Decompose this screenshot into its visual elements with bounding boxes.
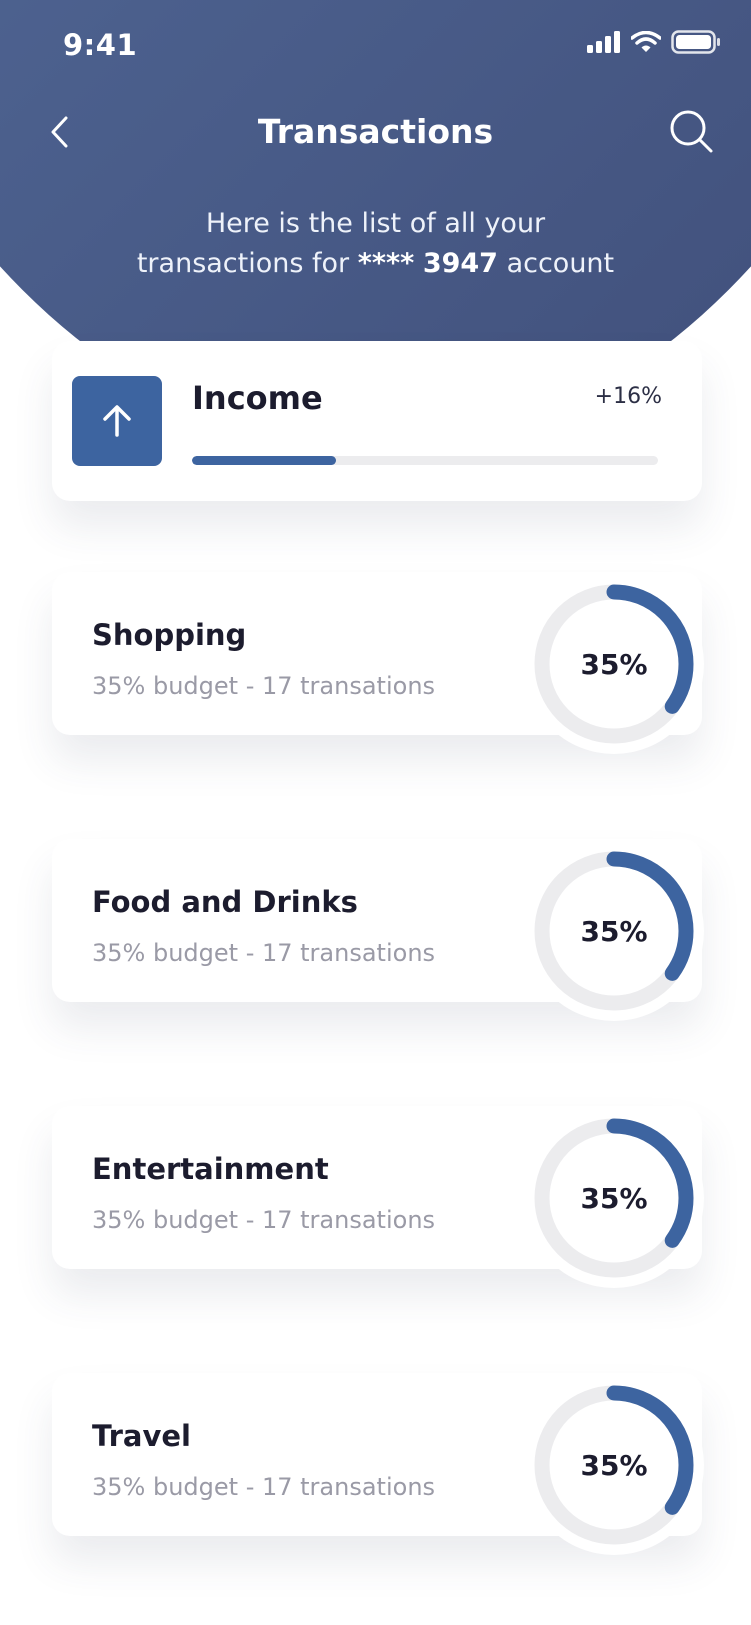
category-percent: 35%	[580, 914, 648, 948]
category-percent: 35%	[580, 1181, 648, 1215]
category-name: Food and Drinks	[92, 885, 358, 919]
account-mask: ****	[357, 248, 415, 279]
subtitle-line-2: transactions for **** 3947 account	[0, 244, 751, 284]
account-number: 3947	[422, 248, 498, 279]
category-subtitle: 35% budget - 17 transations	[92, 672, 436, 700]
income-progress-fill	[192, 456, 337, 465]
search-button[interactable]	[668, 108, 716, 156]
category-card[interactable]: Travel 35% budget - 17 transations 35%	[52, 1373, 704, 1555]
category-name: Entertainment	[92, 1152, 329, 1186]
category-percent: 35%	[580, 647, 648, 681]
income-progress-track	[192, 456, 658, 465]
search-icon	[670, 110, 713, 153]
category-card[interactable]: Entertainment 35% budget - 17 transation…	[52, 1106, 704, 1288]
arrow-up-icon	[103, 405, 131, 437]
signal-icon	[587, 31, 620, 53]
category-name: Shopping	[92, 618, 247, 652]
status-bar: 9:41	[0, 0, 751, 90]
category-subtitle: 35% budget - 17 transations	[92, 939, 436, 967]
subtitle-line-1: Here is the list of all your	[205, 208, 546, 239]
income-card[interactable]: Income +16%	[52, 341, 702, 501]
income-icon-tile	[72, 376, 162, 466]
page-title: Transactions	[257, 112, 494, 151]
subtitle-suffix: account	[506, 248, 615, 279]
category-progress-ring: 35%	[524, 574, 704, 754]
category-name: Travel	[92, 1419, 191, 1453]
wifi-icon	[631, 31, 661, 52]
income-change: +16%	[594, 384, 662, 409]
category-progress-ring: 35%	[524, 1375, 704, 1555]
header-subtitle: Here is the list of all your transaction…	[0, 204, 751, 284]
status-icons	[587, 30, 721, 54]
category-subtitle: 35% budget - 17 transations	[92, 1206, 436, 1234]
battery-icon	[671, 30, 720, 54]
income-label: Income	[192, 379, 323, 417]
category-progress-ring: 35%	[524, 841, 704, 1021]
category-subtitle: 35% budget - 17 transations	[92, 1473, 436, 1501]
category-progress-ring: 35%	[524, 1108, 704, 1288]
category-card[interactable]: Shopping 35% budget - 17 transations 35%	[52, 572, 704, 754]
category-card[interactable]: Food and Drinks 35% budget - 17 transati…	[52, 839, 704, 1021]
status-time: 9:41	[63, 28, 138, 62]
category-percent: 35%	[580, 1448, 648, 1482]
subtitle-prefix: transactions for	[136, 248, 350, 279]
